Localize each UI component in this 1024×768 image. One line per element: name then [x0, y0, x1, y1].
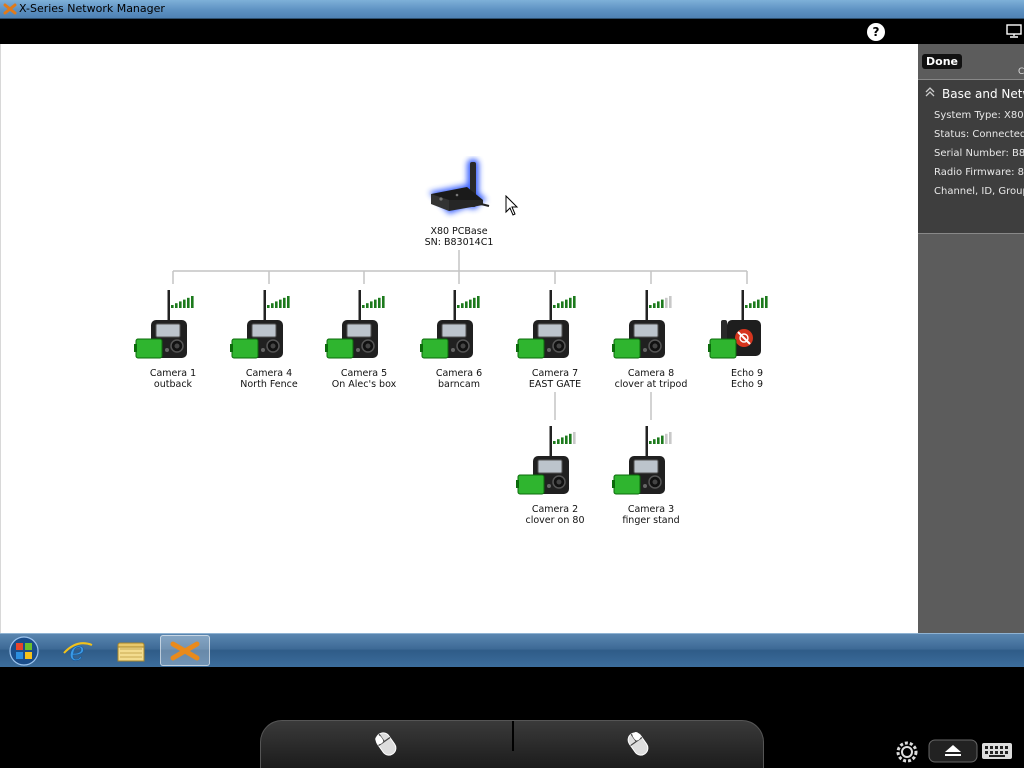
- device-node[interactable]: Camera 6 barncam: [409, 290, 509, 390]
- signal-strength-icon: [457, 296, 480, 308]
- radio-firmware-row: Radio Firmware: 80: [934, 167, 1024, 178]
- chevron-up-icon: [924, 86, 936, 101]
- system-type-row: System Type: X80: [934, 110, 1024, 121]
- internet-explorer-icon: e: [63, 637, 93, 667]
- status-row: Status: Connected: [934, 129, 1024, 140]
- device-name: Camera 5: [340, 368, 388, 379]
- device-label: North Fence: [240, 379, 298, 390]
- device-label: On Alec's box: [331, 379, 397, 390]
- app-logo-icon: [170, 641, 200, 661]
- settings-gear-icon[interactable]: [893, 738, 921, 766]
- device-label: outback: [153, 379, 193, 390]
- camera-device-icon: [134, 290, 194, 359]
- svg-text:e: e: [69, 637, 84, 666]
- start-button[interactable]: [0, 635, 50, 666]
- device-label: clover on 80: [525, 515, 585, 526]
- device-name: Camera 1: [149, 368, 197, 379]
- signal-strength-icon: [362, 296, 385, 308]
- signal-strength-icon: [649, 296, 672, 308]
- signal-strength-icon: [649, 432, 672, 444]
- remote-control-bar: [0, 667, 1024, 768]
- info-panel: Done C Base and Netw System Type: X80 St…: [918, 44, 1024, 633]
- left-click-mouse-icon[interactable]: [371, 729, 401, 759]
- network-canvas: X80 PCBase SN: B83014C1 Camera 1 outback: [0, 44, 918, 633]
- device-name: Echo 9: [730, 368, 764, 379]
- device-node[interactable]: Camera 4 North Fence: [219, 290, 319, 390]
- panel-hint: C: [1018, 67, 1024, 77]
- device-label: clover at tripod: [614, 379, 688, 390]
- camera-device-icon: [612, 290, 672, 359]
- window-title: X-Series Network Manager: [19, 2, 165, 15]
- device-name: Camera 7: [531, 368, 579, 379]
- base-station-icon: [429, 159, 490, 214]
- device-name: Camera 2: [531, 504, 579, 515]
- device-label: finger stand: [622, 515, 680, 526]
- channel-row: Channel, ID, Group: [934, 186, 1024, 197]
- folder-icon: [117, 642, 145, 662]
- camera-device-icon: [420, 290, 480, 359]
- camera-device-icon: [516, 426, 576, 495]
- device-label: EAST GATE: [528, 379, 582, 390]
- base-serial: SN: B83014C1: [424, 237, 494, 248]
- device-node[interactable]: Camera 3 finger stand: [601, 426, 701, 526]
- camera-device-icon: [325, 290, 385, 359]
- monitor-icon[interactable]: [1006, 24, 1022, 38]
- device-name: Camera 3: [627, 504, 675, 515]
- device-node[interactable]: Camera 5 On Alec's box: [314, 290, 414, 390]
- device-node[interactable]: Camera 2 clover on 80: [505, 426, 605, 526]
- signal-strength-icon: [745, 296, 768, 308]
- taskbar-explorer[interactable]: [106, 635, 156, 666]
- toolbar: ?: [0, 19, 1024, 44]
- mouse-pad: [260, 720, 764, 768]
- signal-strength-icon: [267, 296, 290, 308]
- base-name: X80 PCBase: [430, 226, 488, 237]
- taskbar-ie[interactable]: e: [52, 635, 102, 667]
- signal-strength-icon: [553, 432, 576, 444]
- device-node[interactable]: Camera 1 outback: [123, 290, 223, 390]
- device-label: barncam: [438, 379, 480, 390]
- serial-number-row: Serial Number: B83: [934, 148, 1024, 159]
- done-button[interactable]: Done: [922, 54, 962, 69]
- taskbar: e: [0, 633, 1024, 667]
- right-click-mouse-icon[interactable]: [623, 729, 653, 759]
- mouse-cursor-icon: [505, 195, 519, 216]
- help-icon[interactable]: ?: [867, 23, 885, 41]
- title-bar: X-Series Network Manager: [0, 0, 1024, 19]
- device-node[interactable]: Camera 8 clover at tripod: [601, 290, 701, 390]
- device-node[interactable]: Camera 7 EAST GATE: [505, 290, 605, 390]
- signal-strength-icon: [171, 296, 194, 308]
- camera-device-icon: [516, 290, 576, 359]
- device-node[interactable]: Echo 9 Echo 9: [697, 290, 797, 390]
- base-station-node[interactable]: X80 PCBase SN: B83014C1: [409, 156, 509, 248]
- windows-start-icon: [9, 636, 39, 666]
- device-name: Camera 4: [245, 368, 293, 379]
- app-logo-icon: [3, 3, 17, 15]
- signal-strength-icon: [553, 296, 576, 308]
- taskbar-network-manager[interactable]: [160, 635, 210, 666]
- device-name: Camera 8: [627, 368, 675, 379]
- section-header[interactable]: Base and Netw: [924, 86, 1024, 101]
- section-title: Base and Netw: [942, 87, 1024, 101]
- keyboard-icon[interactable]: [980, 739, 1014, 763]
- camera-device-icon: [612, 426, 672, 495]
- device-label: Echo 9: [730, 379, 764, 390]
- base-network-section: Base and Netw System Type: X80 Status: C…: [918, 79, 1024, 234]
- camera-device-icon: [230, 290, 290, 359]
- eject-up-icon[interactable]: [928, 739, 978, 763]
- device-name: Camera 6: [435, 368, 483, 379]
- echo-device-icon: [708, 290, 768, 359]
